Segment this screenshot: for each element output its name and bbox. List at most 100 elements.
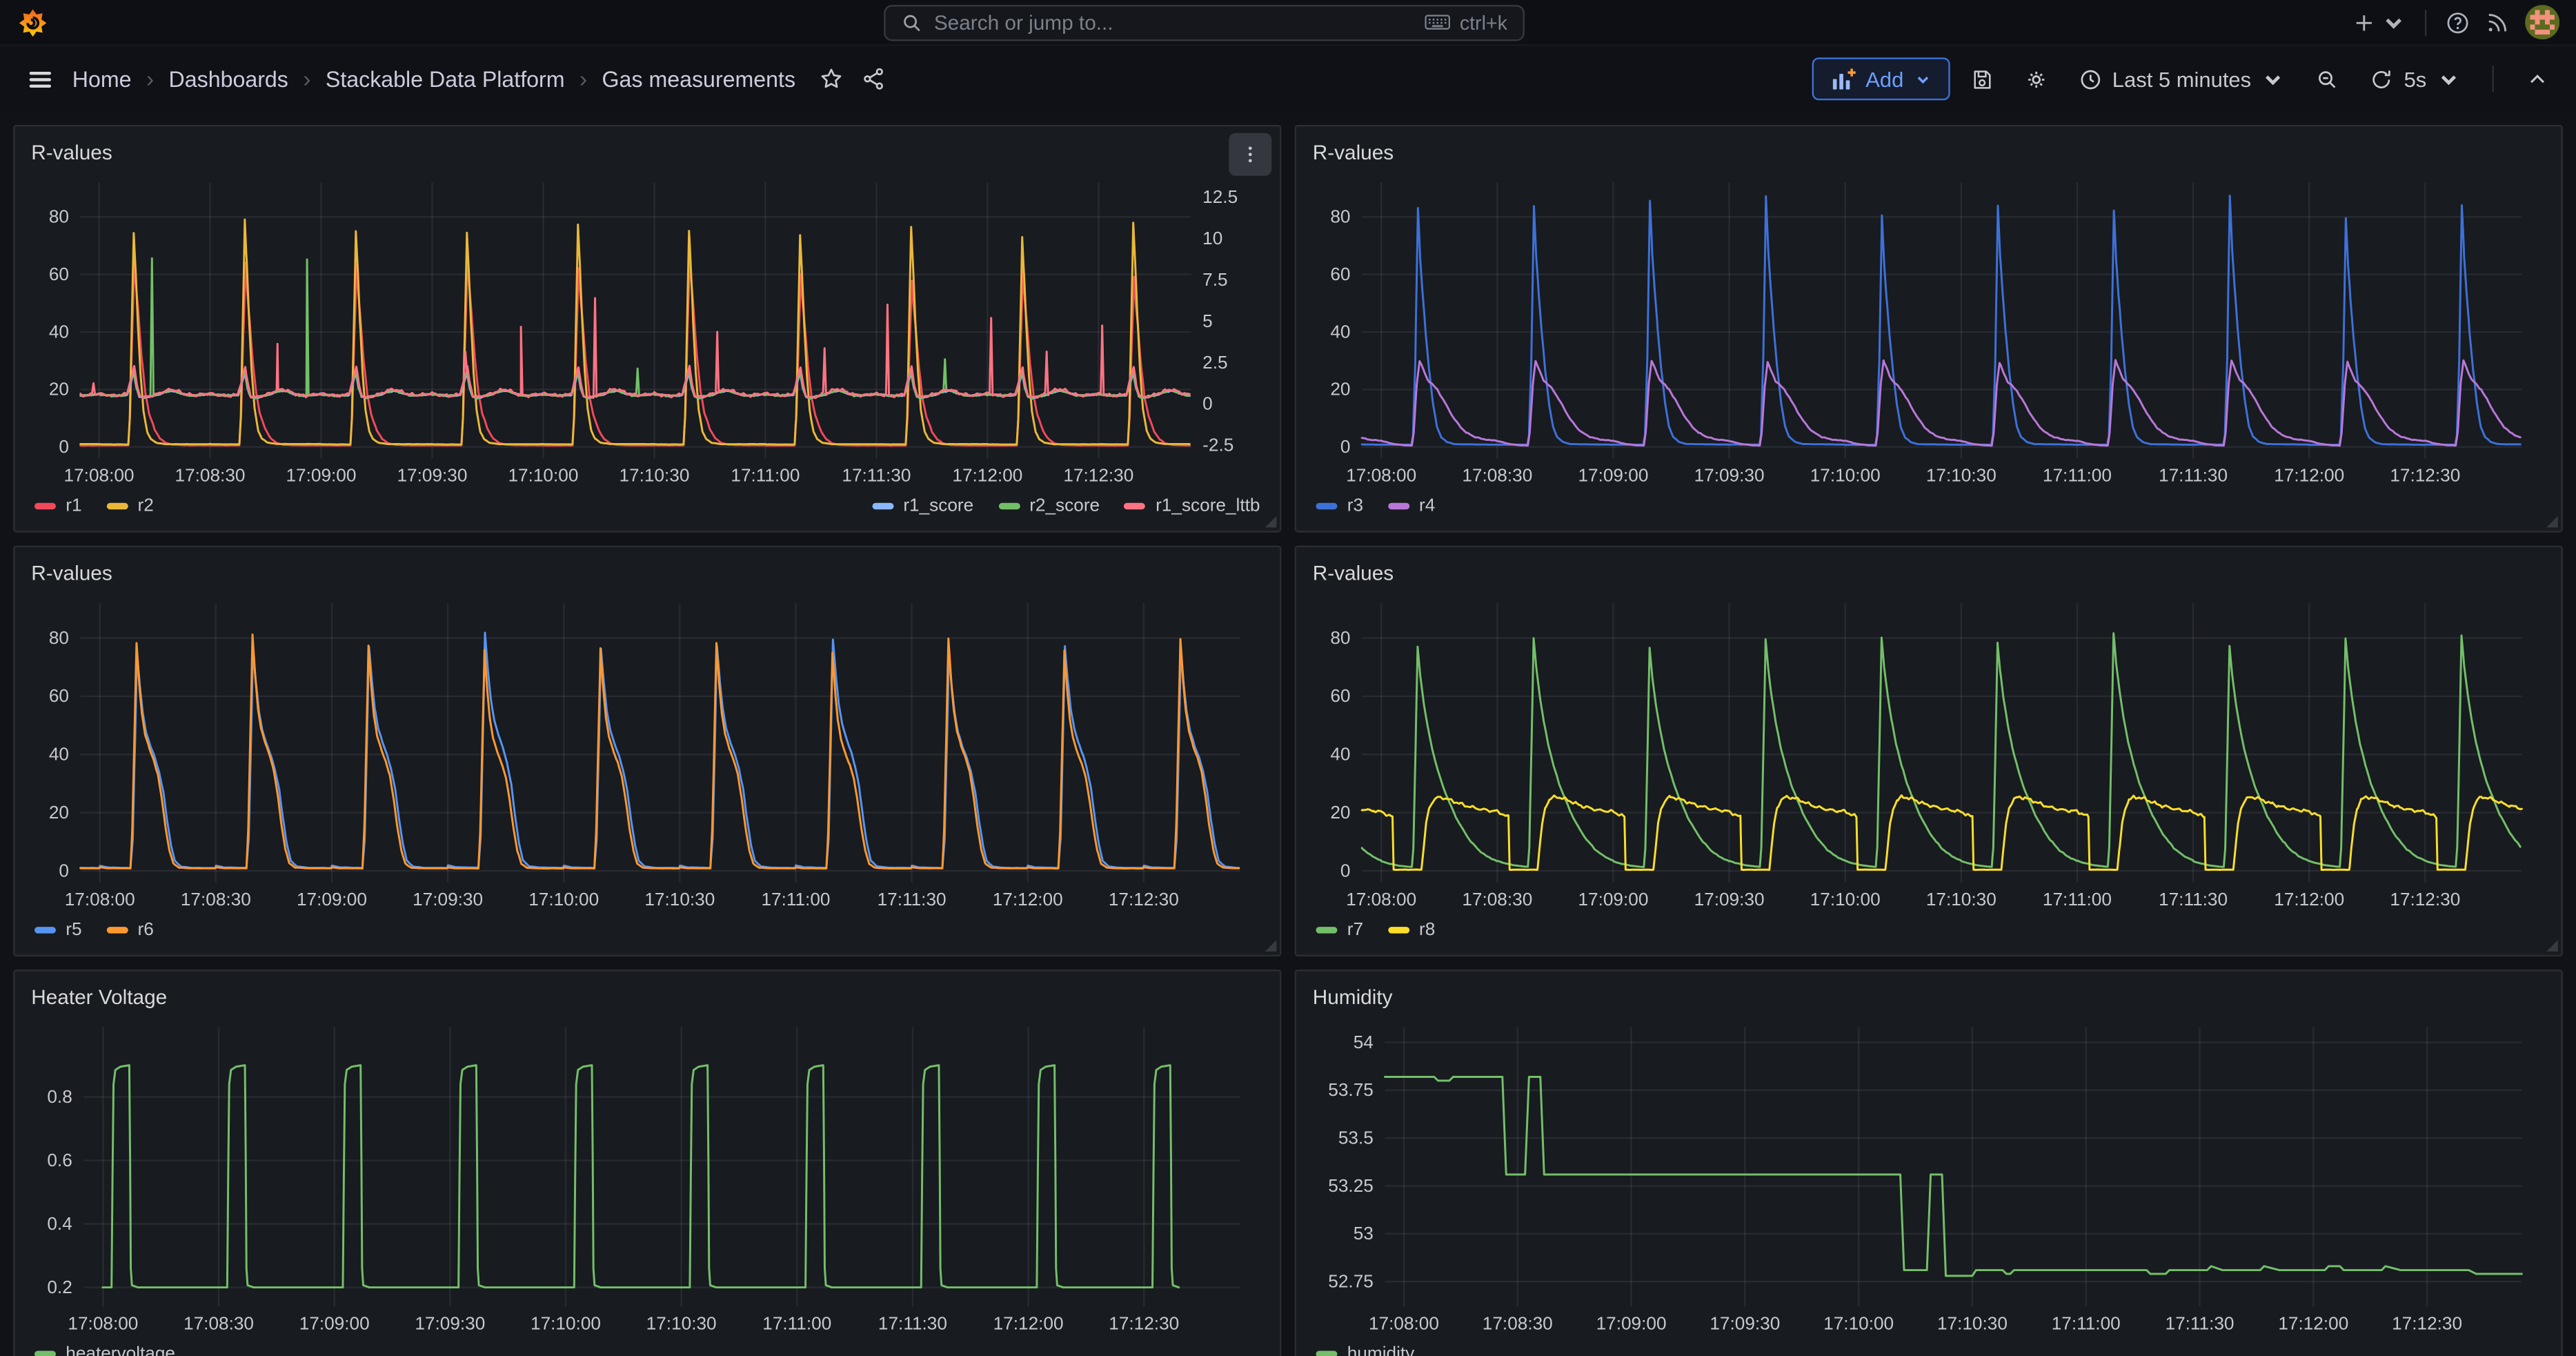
- refresh-picker[interactable]: 5s: [2359, 57, 2470, 100]
- x-axis-tick-label: 17:12:30: [2390, 889, 2460, 910]
- x-axis-tick-label: 17:10:30: [1937, 1313, 2008, 1334]
- x-axis-tick-label: 17:09:00: [1596, 1313, 1667, 1334]
- x-axis-tick-label: 17:10:00: [528, 889, 599, 910]
- panel-r-values-1: R-values 020406080-2.502.557.51012.517:0…: [13, 125, 1281, 533]
- new-button[interactable]: [2344, 3, 2413, 42]
- breadcrumb-item[interactable]: Dashboards: [169, 66, 288, 91]
- legend-label: r7: [1347, 921, 1363, 941]
- y-axis-tick-label: 0: [59, 436, 69, 457]
- legend-item-r2_score[interactable]: r2_score: [998, 496, 1100, 516]
- x-axis-tick-label: 17:10:00: [1810, 465, 1881, 486]
- legend-item-r3[interactable]: r3: [1316, 496, 1363, 516]
- panel-humidity: Humidity 52.755353.2553.553.755417:08:00…: [1295, 970, 2563, 1356]
- top-bar: Search or jump to... ctrl+k: [0, 0, 2576, 46]
- add-chart-icon: [1830, 66, 1856, 91]
- y-axis-tick-label: 80: [1330, 206, 1350, 227]
- legend-group-left: humidity: [1316, 1344, 1414, 1356]
- panel-resize-handle[interactable]: [1265, 940, 1277, 952]
- y-axis-right-tick-label: -2.5: [1202, 435, 1233, 455]
- grafana-app: Search or jump to... ctrl+k: [0, 0, 2576, 1356]
- chart-area[interactable]: 0.20.40.60.817:08:0017:08:3017:09:0017:0…: [31, 1014, 1263, 1337]
- user-avatar[interactable]: [2525, 5, 2559, 39]
- legend-group-left: r5 r6: [34, 921, 154, 941]
- zoom-out-icon: [2315, 66, 2340, 91]
- chart-canvas: 02040608017:08:0017:08:3017:09:0017:09:3…: [1313, 590, 2545, 914]
- y-axis-tick-label: 20: [1330, 379, 1350, 400]
- panel-resize-handle[interactable]: [1265, 516, 1277, 528]
- breadcrumb-item[interactable]: Gas measurements: [602, 66, 796, 91]
- series-line-heatervoltage: [103, 1065, 1179, 1288]
- x-axis-tick-label: 17:08:30: [184, 1313, 254, 1334]
- chart-area[interactable]: 02040608017:08:0017:08:3017:09:0017:09:3…: [1313, 590, 2545, 914]
- legend-item-r5[interactable]: r5: [34, 921, 82, 941]
- legend-label: r4: [1419, 496, 1435, 516]
- legend-swatch: [998, 503, 1020, 510]
- legend-item-humidity[interactable]: humidity: [1316, 1344, 1414, 1356]
- search-shortcut: ctrl+k: [1425, 10, 1507, 33]
- x-axis-tick-label: 17:12:30: [2392, 1313, 2462, 1334]
- x-axis-tick-label: 17:12:00: [993, 1313, 1064, 1334]
- y-axis-tick-label: 40: [1330, 321, 1350, 342]
- legend-swatch: [1316, 503, 1337, 510]
- x-axis-tick-label: 17:08:30: [1462, 465, 1532, 486]
- chart-area[interactable]: 02040608017:08:0017:08:3017:09:0017:09:3…: [31, 590, 1263, 914]
- collapse-toolbar-button[interactable]: [2515, 57, 2559, 100]
- legend-item-r1_score[interactable]: r1_score: [872, 496, 973, 516]
- legend-item-r2[interactable]: r2: [106, 496, 154, 516]
- y-axis-tick-label: 40: [49, 744, 69, 765]
- menu-toggle-button[interactable]: [17, 56, 63, 102]
- x-axis-tick-label: 17:08:30: [181, 889, 251, 910]
- chart-area[interactable]: 020406080-2.502.557.51012.517:08:0017:08…: [31, 169, 1263, 489]
- breadcrumb-item[interactable]: Stackable Data Platform: [326, 66, 565, 91]
- chart-area[interactable]: 02040608017:08:0017:08:3017:09:0017:09:3…: [1313, 169, 2545, 489]
- legend-item-r1_score_lttb[interactable]: r1_score_lttb: [1124, 496, 1260, 516]
- add-panel-button[interactable]: Add: [1812, 57, 1950, 100]
- x-axis-tick-label: 17:12:30: [1109, 1313, 1179, 1334]
- x-axis-tick-label: 17:09:00: [299, 1313, 370, 1334]
- share-button[interactable]: [855, 59, 894, 99]
- save-dashboard-button[interactable]: [1959, 57, 2003, 100]
- zoom-out-time-button[interactable]: [2306, 57, 2350, 100]
- news-button[interactable]: [2477, 3, 2517, 42]
- gear-icon: [2023, 66, 2048, 91]
- panel-resize-handle[interactable]: [2546, 516, 2558, 528]
- time-range-picker[interactable]: Last 5 minutes: [2068, 57, 2295, 100]
- series-line-r6: [81, 634, 1239, 868]
- panel-title[interactable]: Humidity: [1313, 985, 1393, 1008]
- x-axis-tick-label: 17:12:00: [993, 889, 1063, 910]
- legend-group-right: r1_score r2_score r1_score_lttb: [872, 496, 1260, 516]
- legend-item-r6[interactable]: r6: [106, 921, 154, 941]
- x-axis-tick-label: 17:12:00: [952, 465, 1022, 486]
- legend-item-r8[interactable]: r8: [1388, 921, 1436, 941]
- panel-title[interactable]: R-values: [1313, 561, 1394, 584]
- legend-swatch: [34, 927, 56, 934]
- share-icon: [861, 66, 887, 92]
- x-axis-tick-label: 17:11:00: [2043, 889, 2112, 910]
- favorite-button[interactable]: [812, 59, 851, 99]
- legend-item-heatervoltage[interactable]: heatervoltage: [34, 1344, 175, 1356]
- panel-title[interactable]: R-values: [31, 141, 112, 164]
- legend-group-left: r3 r4: [1316, 496, 1435, 516]
- help-button[interactable]: [2438, 3, 2477, 42]
- series-line-r4: [1362, 360, 2520, 446]
- breadcrumb-item[interactable]: Home: [72, 66, 132, 91]
- y-axis-tick-label: 53.75: [1328, 1079, 1374, 1100]
- search-input[interactable]: Search or jump to... ctrl+k: [883, 4, 1524, 40]
- series-line-r7: [1362, 633, 2520, 867]
- search-placeholder: Search or jump to...: [934, 10, 1414, 33]
- panel-title[interactable]: R-values: [31, 561, 112, 584]
- x-axis-tick-label: 17:08:00: [1369, 1313, 1439, 1334]
- chart-area[interactable]: 52.755353.2553.553.755417:08:0017:08:301…: [1313, 1014, 2545, 1337]
- grafana-logo-icon[interactable]: [17, 6, 50, 39]
- legend-item-r1[interactable]: r1: [34, 496, 82, 516]
- legend-item-r7[interactable]: r7: [1316, 921, 1363, 941]
- panel-title[interactable]: Heater Voltage: [31, 985, 167, 1008]
- panel-title[interactable]: R-values: [1313, 141, 1394, 164]
- panel-resize-handle[interactable]: [2546, 940, 2558, 952]
- dashboard-settings-button[interactable]: [2014, 57, 2058, 100]
- x-axis-tick-label: 17:11:00: [2052, 1313, 2121, 1334]
- legend-item-r4[interactable]: r4: [1388, 496, 1436, 516]
- series-line-r3: [1362, 196, 2520, 445]
- legend-swatch: [106, 927, 128, 934]
- panel-legend: r3 r4: [1313, 490, 2545, 523]
